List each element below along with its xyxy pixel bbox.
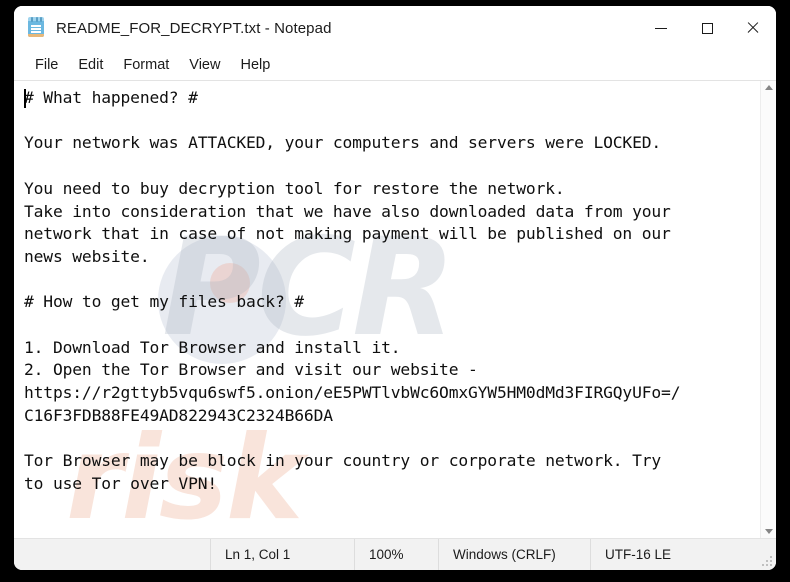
status-zoom-level[interactable]: 100% xyxy=(354,539,438,570)
minimize-icon xyxy=(655,27,667,29)
desktop-background: README_FOR_DECRYPT.txt - Notepad File Ed… xyxy=(0,0,790,582)
status-bar: Ln 1, Col 1 100% Windows (CRLF) UTF-16 L… xyxy=(14,538,776,570)
title-bar[interactable]: README_FOR_DECRYPT.txt - Notepad xyxy=(14,6,776,50)
notepad-window: README_FOR_DECRYPT.txt - Notepad File Ed… xyxy=(14,6,776,570)
text-editor[interactable]: PCR risk # What happened? # Your network… xyxy=(14,81,760,538)
close-icon xyxy=(746,21,760,35)
ransom-note-text: # What happened? # Your network was ATTA… xyxy=(24,88,681,493)
resize-grip-icon[interactable] xyxy=(762,556,772,566)
status-encoding[interactable]: UTF-16 LE xyxy=(590,539,776,570)
menu-item-format[interactable]: Format xyxy=(113,54,179,76)
vertical-scrollbar[interactable] xyxy=(760,81,776,538)
editor-area: PCR risk # What happened? # Your network… xyxy=(14,80,776,538)
window-controls xyxy=(638,6,776,50)
status-bar-spacer xyxy=(14,539,210,570)
menu-item-view[interactable]: View xyxy=(179,54,230,76)
menu-item-edit[interactable]: Edit xyxy=(68,54,113,76)
scroll-down-icon[interactable] xyxy=(764,529,773,534)
scroll-up-icon[interactable] xyxy=(764,85,773,90)
menu-item-help[interactable]: Help xyxy=(230,54,280,76)
notepad-icon xyxy=(26,17,46,39)
status-cursor-position: Ln 1, Col 1 xyxy=(210,539,354,570)
minimize-button[interactable] xyxy=(638,6,684,50)
window-title: README_FOR_DECRYPT.txt - Notepad xyxy=(56,19,332,37)
maximize-button[interactable] xyxy=(684,6,730,50)
scrollbar-track[interactable] xyxy=(761,97,776,522)
maximize-icon xyxy=(701,22,713,34)
menu-item-file[interactable]: File xyxy=(25,54,68,76)
status-line-ending[interactable]: Windows (CRLF) xyxy=(438,539,590,570)
close-button[interactable] xyxy=(730,6,776,50)
text-caret xyxy=(24,89,26,108)
menu-bar: File Edit Format View Help xyxy=(14,50,776,80)
